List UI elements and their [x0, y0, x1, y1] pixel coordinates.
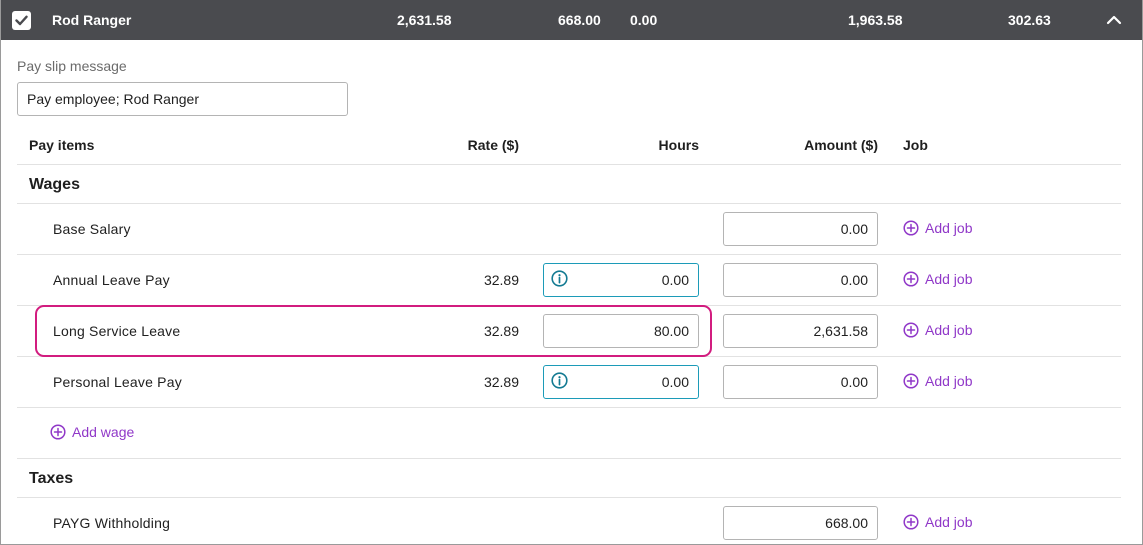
divider: [17, 203, 1121, 204]
add-job-link-annual-leave[interactable]: Add job: [903, 271, 972, 287]
pay-run-employee-panel: Rod Ranger 2,631.58 668.00 0.00 1,963.58…: [0, 0, 1143, 545]
total-taxes: 668.00: [558, 12, 601, 28]
amount-field-base-salary[interactable]: [723, 212, 878, 246]
divider: [17, 356, 1121, 357]
rate-personal-leave: 32.89: [483, 374, 519, 390]
add-wage-link[interactable]: Add wage: [50, 424, 134, 440]
chevron-up-icon[interactable]: [1105, 12, 1123, 28]
check-icon: [15, 15, 28, 26]
wages-section-title: Wages: [29, 176, 80, 193]
plus-circle-icon: [903, 514, 919, 530]
amount-field-annual-leave[interactable]: [723, 263, 878, 297]
divider: [17, 164, 1121, 165]
col-hours: Hours: [658, 137, 699, 153]
divider: [17, 254, 1121, 255]
total-deductions: 0.00: [630, 12, 658, 28]
payslip-message-label: Pay slip message: [17, 58, 127, 74]
add-wage-label: Add wage: [72, 424, 135, 440]
add-job-label: Add job: [925, 271, 973, 287]
add-job-label: Add job: [925, 514, 973, 530]
amount-field-payg-withholding[interactable]: [723, 506, 878, 540]
info-icon[interactable]: [551, 372, 568, 389]
employee-header[interactable]: Rod Ranger 2,631.58 668.00 0.00 1,963.58…: [1, 0, 1142, 40]
add-job-label: Add job: [925, 322, 973, 338]
total-super: 302.63: [1008, 12, 1051, 28]
divider: [17, 458, 1121, 459]
col-amount: Amount ($): [804, 137, 878, 153]
rate-long-service-leave: 32.89: [483, 323, 519, 339]
add-job-link-personal-leave[interactable]: Add job: [903, 373, 972, 389]
col-rate: Rate ($): [467, 137, 519, 153]
employee-name: Rod Ranger: [52, 12, 132, 28]
rate-annual-leave: 32.89: [483, 272, 519, 288]
total-gross: 2,631.58: [397, 12, 452, 28]
divider: [17, 497, 1121, 498]
row-label-base-salary: Base Salary: [53, 221, 131, 237]
add-job-link-long-service-leave[interactable]: Add job: [903, 322, 972, 338]
plus-circle-icon: [903, 220, 919, 236]
hours-field-long-service-leave[interactable]: [543, 314, 699, 348]
taxes-section-title: Taxes: [29, 470, 74, 487]
add-job-label: Add job: [925, 373, 973, 389]
plus-circle-icon: [903, 322, 919, 338]
divider: [17, 407, 1121, 408]
payslip-message-input[interactable]: [17, 82, 348, 116]
row-label-payg-withholding: PAYG Withholding: [53, 515, 171, 531]
col-job: Job: [903, 137, 928, 153]
add-job-label: Add job: [925, 220, 973, 236]
col-pay-items: Pay items: [29, 137, 95, 153]
row-label-long-service-leave: Long Service Leave: [53, 323, 181, 339]
plus-circle-icon: [903, 373, 919, 389]
plus-circle-icon: [903, 271, 919, 287]
amount-field-long-service-leave[interactable]: [723, 314, 878, 348]
amount-field-personal-leave[interactable]: [723, 365, 878, 399]
plus-circle-icon: [50, 424, 66, 440]
add-job-link-payg[interactable]: Add job: [903, 514, 972, 530]
employee-checkbox[interactable]: [12, 11, 31, 30]
total-net: 1,963.58: [848, 12, 903, 28]
row-label-personal-leave: Personal Leave Pay: [53, 374, 182, 390]
add-job-link-base-salary[interactable]: Add job: [903, 220, 972, 236]
row-label-annual-leave: Annual Leave Pay: [53, 272, 170, 288]
info-icon[interactable]: [551, 270, 568, 287]
divider: [17, 305, 1121, 306]
